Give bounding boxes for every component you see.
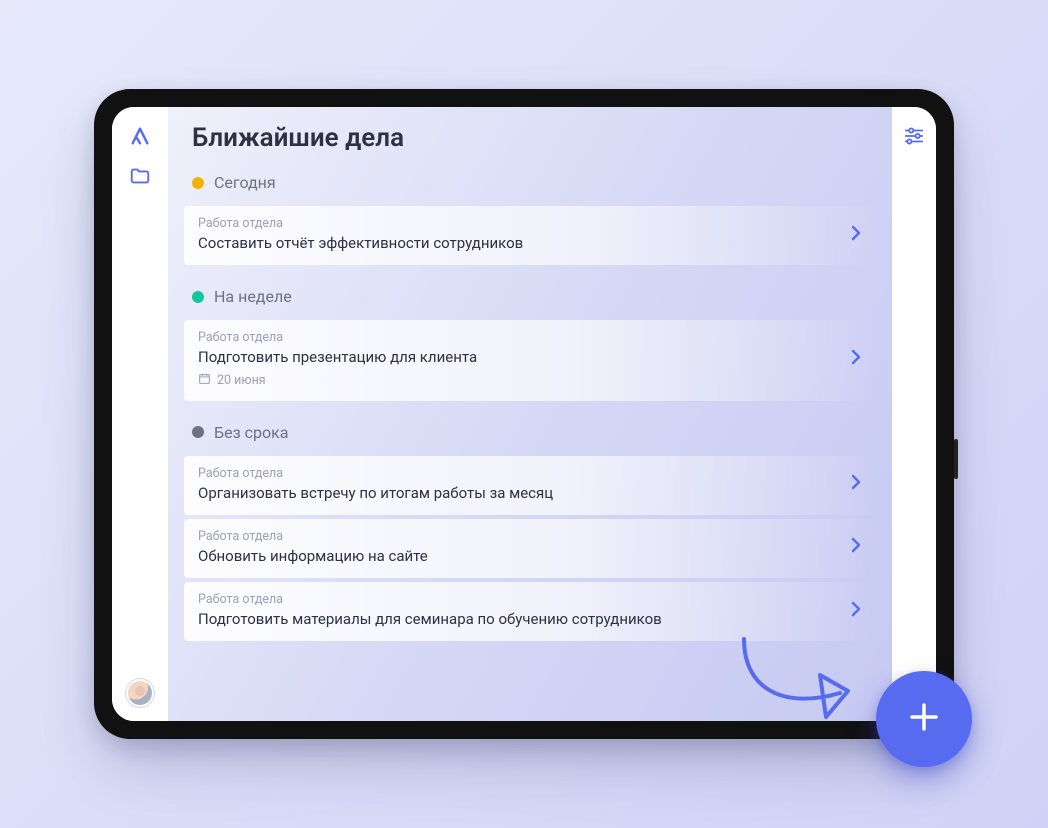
task-date: 20 июня: [217, 373, 266, 388]
task-row[interactable]: Работа отдела Обновить информацию на сай…: [184, 519, 876, 578]
section-label: На неделе: [214, 287, 292, 306]
chevron-right-icon: [850, 348, 862, 370]
chevron-right-icon: [850, 224, 862, 246]
task-title: Подготовить материалы для семинара по об…: [198, 609, 830, 629]
content-area: Ближайшие дела Сегодня Работа отдела Сос…: [168, 107, 892, 721]
chevron-right-icon: [850, 600, 862, 622]
section-label: Сегодня: [214, 173, 276, 192]
chevron-right-icon: [850, 473, 862, 495]
section-header-today[interactable]: Сегодня: [168, 159, 892, 202]
task-title: Подготовить презентацию для клиента: [198, 347, 830, 367]
folder-icon[interactable]: [129, 165, 151, 187]
task-group-today: Работа отдела Составить отчёт эффективно…: [168, 202, 892, 273]
chevron-right-icon: [850, 536, 862, 558]
callout-arrow-icon: [736, 631, 876, 735]
task-row[interactable]: Работа отдела Составить отчёт эффективно…: [184, 206, 876, 265]
status-dot-week: [192, 291, 204, 303]
task-meta: 20 июня: [198, 372, 830, 389]
task-title: Организовать встречу по итогам работы за…: [198, 483, 830, 503]
right-strip: [892, 107, 936, 721]
task-row[interactable]: Работа отдела Подготовить презентацию дл…: [184, 320, 876, 400]
section-label: Без срока: [214, 423, 289, 442]
status-dot-today: [192, 177, 204, 189]
task-category: Работа отдела: [198, 330, 830, 345]
screen: Ближайшие дела Сегодня Работа отдела Сос…: [112, 107, 936, 721]
page-title: Ближайшие дела: [192, 123, 404, 153]
task-group-nodue: Работа отдела Организовать встречу по ит…: [168, 452, 892, 650]
task-group-week: Работа отдела Подготовить презентацию дл…: [168, 316, 892, 408]
add-button[interactable]: [876, 671, 972, 767]
task-category: Работа отдела: [198, 592, 830, 607]
task-category: Работа отдела: [198, 216, 830, 231]
section-header-nodue[interactable]: Без срока: [168, 409, 892, 452]
calendar-icon: [198, 372, 211, 389]
left-rail: [112, 107, 168, 721]
task-category: Работа отдела: [198, 529, 830, 544]
tablet-frame: Ближайшие дела Сегодня Работа отдела Сос…: [94, 89, 954, 739]
sliders-icon[interactable]: [903, 125, 925, 721]
section-header-week[interactable]: На неделе: [168, 273, 892, 316]
plus-icon: [904, 697, 944, 741]
task-category: Работа отдела: [198, 466, 830, 481]
logo-icon[interactable]: [129, 125, 151, 147]
status-dot-nodue: [192, 426, 204, 438]
header: Ближайшие дела: [168, 107, 892, 159]
task-title: Составить отчёт эффективности сотруднико…: [198, 233, 830, 253]
task-title: Обновить информацию на сайте: [198, 546, 830, 566]
task-row[interactable]: Работа отдела Организовать встречу по ит…: [184, 456, 876, 515]
avatar[interactable]: [126, 679, 154, 707]
